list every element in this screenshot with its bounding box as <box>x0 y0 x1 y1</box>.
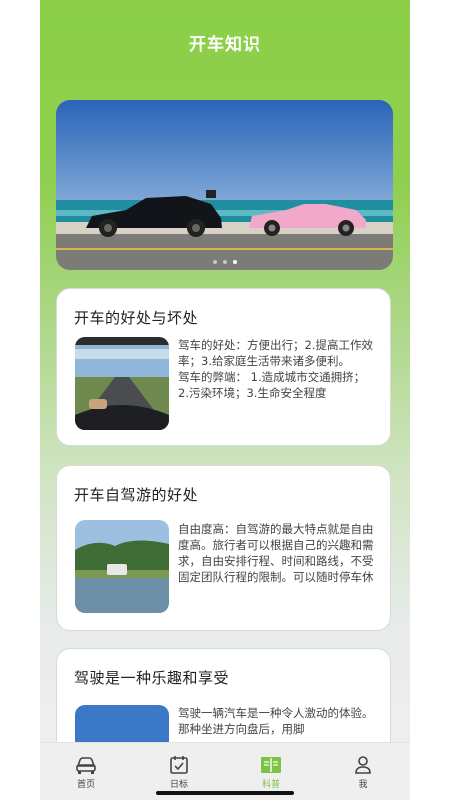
article-summary: 驾车的好处：方便出行；2.提高工作效率；3.给家庭生活带来诸多便利。 驾车的弊端… <box>178 338 373 400</box>
bottom-tab-bar: 首页 日标 科普 我 <box>40 742 410 800</box>
tab-science[interactable]: 科普 <box>241 755 301 790</box>
book-icon <box>261 757 281 773</box>
banner-image <box>56 100 393 270</box>
article-thumbnail <box>75 337 169 430</box>
tab-me[interactable]: 我 <box>333 755 393 790</box>
article-card[interactable]: 开车自驾游的好处 自由度高：自驾游的最大特点就是自由度高。旅行者可以根据自己的兴… <box>56 465 391 631</box>
person-icon <box>355 756 371 774</box>
carousel-dot[interactable] <box>212 260 217 264</box>
page-title: 开车知识 <box>189 35 261 55</box>
tab-label: 科普 <box>261 780 280 790</box>
tab-label: 日标 <box>169 780 188 790</box>
home-indicator <box>156 791 294 795</box>
article-summary: 驾驶一辆汽车是一种令人激动的体验。那种坐进方向盘后，用脚 <box>178 706 374 736</box>
article-title: 驾驶是一种乐趣和享受 <box>74 669 230 687</box>
tab-label: 首页 <box>76 780 95 790</box>
article-thumbnail <box>75 520 169 613</box>
article-title: 开车的好处与坏处 <box>74 309 199 327</box>
carousel-dot[interactable] <box>222 260 227 264</box>
article-summary: 自由度高：自驾游的最大特点就是自由度高。旅行者可以根据自己的兴趣和需求，自由安排… <box>178 522 374 584</box>
carousel-indicator <box>56 260 393 264</box>
tab-home[interactable]: 首页 <box>56 755 116 790</box>
app-screen: 开车知识 开车的好处与坏处 驾车的好处：方便出行；2.提高工作效率；3.给家庭生… <box>40 0 410 800</box>
car-icon <box>76 757 96 774</box>
article-card[interactable]: 开车的好处与坏处 驾车的好处：方便出行；2.提高工作效率；3.给家庭生活带来诸多… <box>56 288 391 446</box>
article-title: 开车自驾游的好处 <box>74 486 199 504</box>
calendar-check-icon <box>170 756 188 774</box>
tab-label: 我 <box>358 780 368 790</box>
banner-carousel[interactable] <box>56 100 393 270</box>
tab-goals[interactable]: 日标 <box>149 755 209 790</box>
carousel-dot-active[interactable] <box>232 260 237 264</box>
